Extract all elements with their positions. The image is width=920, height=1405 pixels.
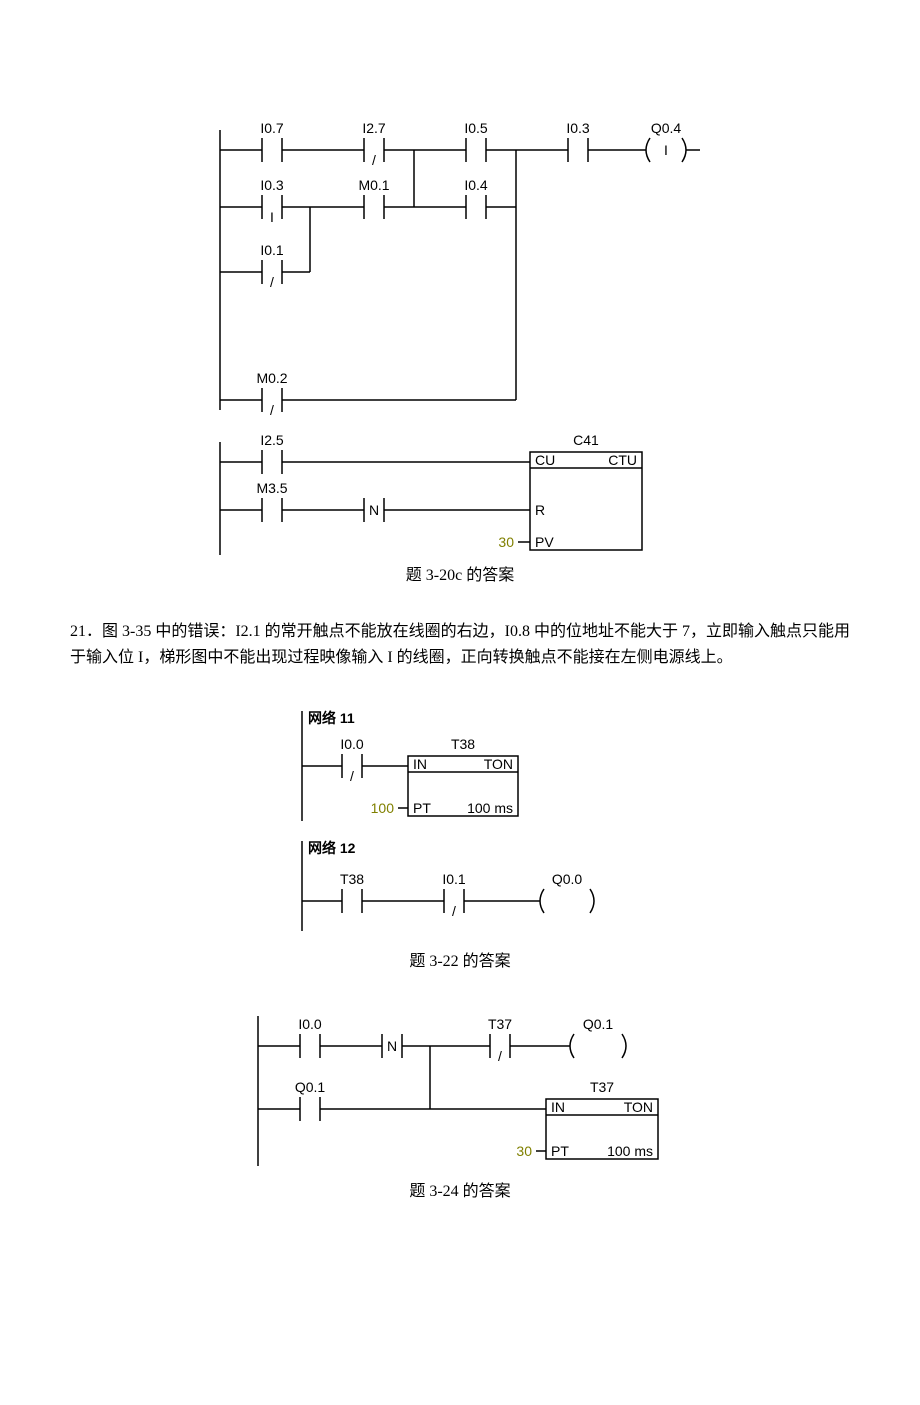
caption-320c: 题 3-20c 的答案 [0,561,920,585]
caption-324: 题 3-24 的答案 [0,1177,920,1201]
label-i07: I0.7 [260,120,284,136]
label-i05: I0.5 [464,120,488,136]
svg-text:/: / [270,274,274,290]
svg-text:IN: IN [413,756,427,772]
label-i27: I2.7 [362,120,386,136]
contact-i27 [352,138,414,162]
contact-i05 [454,138,516,162]
svg-text:T38: T38 [340,871,364,887]
svg-text:/: / [452,903,456,919]
contact-i07 [250,138,310,162]
ladder-diagram-320c: I0.7 I2.7 / I0.5 I0.3 Q0.4 I I0.3 I M0.1… [0,105,920,555]
label-i01: I0.1 [260,242,284,258]
svg-text:TON: TON [624,1099,653,1115]
svg-text:/: / [372,152,376,168]
svg-text:I0.0: I0.0 [340,736,364,752]
contact-i01 [250,260,310,284]
caption-322: 题 3-22 的答案 [0,947,920,971]
svg-text:I: I [664,142,668,158]
contact-t38 [330,889,432,913]
answer-21-text: 21．图 3-35 中的错误：I2.1 的常开触点不能放在线圈的右边，I0.8 … [0,619,920,671]
contact-m01 [352,195,414,219]
contact-i01-d2 [432,889,540,913]
label-m01: M0.1 [358,177,389,193]
svg-text:PV: PV [535,534,554,550]
label-c41: C41 [573,432,599,448]
svg-text:网络 11: 网络 11 [308,710,355,726]
label-m35: M3.5 [256,480,287,496]
contact-m02 [250,388,516,412]
label-i04: I0.4 [464,177,488,193]
contact-i25 [250,450,530,474]
contact-m35 [250,498,352,522]
svg-text:IN: IN [551,1099,565,1115]
coil-q01 [570,1034,626,1058]
svg-text:100 ms: 100 ms [607,1143,653,1159]
contact-i00-d2 [330,754,408,778]
svg-text:I0.0: I0.0 [298,1016,322,1032]
contact-i03-rung1 [556,138,630,162]
svg-text:Q0.1: Q0.1 [583,1016,614,1032]
label-i25: I2.5 [260,432,284,448]
ladder-diagram-322: 网络 11 I0.0 / T38 IN TON PT 100 ms 100 网络… [0,701,920,941]
label-i03a: I0.3 [566,120,590,136]
svg-text:I0.1: I0.1 [442,871,466,887]
svg-text:R: R [535,502,545,518]
svg-text:N: N [369,502,379,518]
contact-t37 [478,1034,570,1058]
svg-text:/: / [350,768,354,784]
svg-text:T37: T37 [590,1079,614,1095]
svg-text:TON: TON [484,756,513,772]
svg-text:N: N [387,1038,397,1054]
svg-text:I: I [270,209,274,225]
contact-i00-d3 [288,1034,370,1058]
svg-text:CTU: CTU [608,452,637,468]
contact-q01 [288,1097,430,1121]
contact-i04 [454,195,516,219]
svg-text:T37: T37 [488,1016,512,1032]
svg-text:T38: T38 [451,736,475,752]
ladder-diagram-324: I0.0 N T37 / Q0.1 Q0.1 T37 IN TON PT 100… [0,1001,920,1171]
coil-q00 [540,889,594,913]
svg-text:Q0.0: Q0.0 [552,871,583,887]
svg-text:/: / [270,402,274,418]
svg-text:/: / [498,1048,502,1064]
svg-text:CU: CU [535,452,555,468]
svg-text:PT: PT [551,1143,569,1159]
svg-text:PT: PT [413,800,431,816]
label-i03b: I0.3 [260,177,284,193]
svg-text:30: 30 [498,534,514,550]
svg-text:30: 30 [516,1143,532,1159]
svg-text:Q0.1: Q0.1 [295,1079,326,1095]
contact-edge-n-2 [370,1034,430,1058]
label-q04: Q0.4 [651,120,682,136]
svg-text:100: 100 [371,800,395,816]
svg-text:100 ms: 100 ms [467,800,513,816]
contact-i03-rung2 [250,195,310,219]
svg-text:网络 12: 网络 12 [308,840,356,856]
label-m02: M0.2 [256,370,287,386]
